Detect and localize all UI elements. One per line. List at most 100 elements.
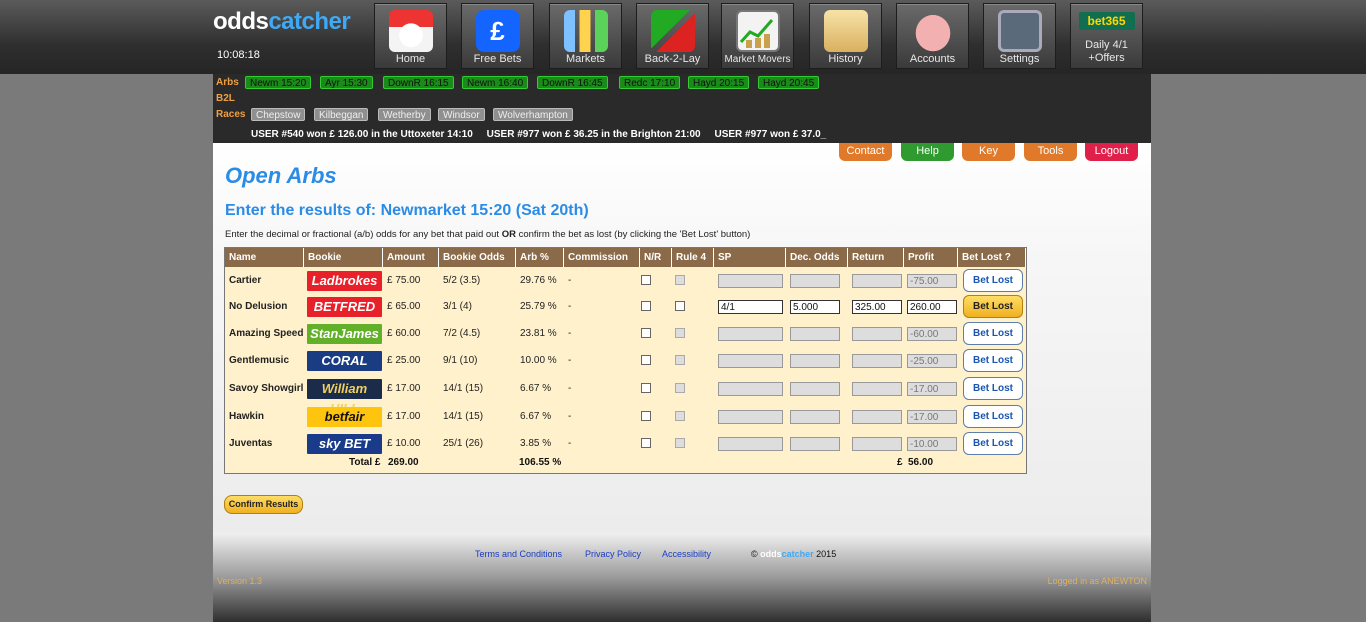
race-venue-pill[interactable]: Wetherby [378, 108, 431, 121]
nr-checkbox[interactable] [641, 355, 651, 365]
rule4-checkbox[interactable] [675, 355, 685, 365]
arb-race-pill[interactable]: Ayr 15:30 [320, 76, 373, 89]
return-input[interactable] [852, 300, 902, 314]
column-header: SP [714, 248, 786, 267]
rule4-checkbox[interactable] [675, 328, 685, 338]
dec-odds-input[interactable] [790, 382, 840, 396]
arb-race-pill[interactable]: DownR 16:45 [537, 76, 608, 89]
nav-market-movers-button[interactable]: Market Movers [721, 3, 794, 69]
runner-name: Cartier [229, 275, 262, 286]
sp-input[interactable] [718, 354, 783, 368]
nr-checkbox[interactable] [641, 301, 651, 311]
nr-checkbox[interactable] [641, 328, 651, 338]
return-input[interactable] [852, 274, 902, 288]
runner-name: Hawkin [229, 411, 265, 422]
arb-race-pill[interactable]: Newm 15:20 [245, 76, 312, 89]
rule4-checkbox[interactable] [675, 383, 685, 393]
nr-checkbox[interactable] [641, 383, 651, 393]
help-button[interactable]: Help [901, 143, 954, 161]
sp-input[interactable] [718, 327, 783, 341]
dec-odds-input[interactable] [790, 410, 840, 424]
bet-lost-button[interactable]: Bet Lost [963, 349, 1023, 372]
privacy-link[interactable]: Privacy Policy [585, 549, 641, 559]
nr-checkbox[interactable] [641, 275, 651, 285]
return-input[interactable] [852, 327, 902, 341]
column-header: Dec. Odds [786, 248, 848, 267]
trend-icon [735, 10, 780, 52]
accessibility-link[interactable]: Accessibility [662, 549, 711, 559]
total-arb: 106.55 % [519, 457, 562, 468]
races-row: Races Chepstow Kilbeggan Wetherby Windso… [216, 108, 1146, 122]
arb-race-pill[interactable]: DownR 16:15 [383, 76, 454, 89]
profit-input[interactable] [907, 410, 957, 424]
rule4-checkbox[interactable] [675, 275, 685, 285]
arb-race-pill[interactable]: Newm 16:40 [462, 76, 529, 89]
race-venue-pill[interactable]: Chepstow [251, 108, 306, 121]
confirm-results-button[interactable]: Confirm Results [224, 495, 303, 514]
return-input[interactable] [852, 382, 902, 396]
sp-input[interactable] [718, 410, 783, 424]
return-input[interactable] [852, 437, 902, 451]
amount: £ 10.00 [387, 438, 421, 449]
profit-input[interactable] [907, 437, 957, 451]
bookie-odds: 25/1 (26) [443, 438, 484, 449]
nav-settings-button[interactable]: Settings [983, 3, 1056, 69]
column-header: Arb % [516, 248, 564, 267]
rule4-checkbox[interactable] [675, 301, 685, 311]
sp-input[interactable] [718, 300, 783, 314]
terms-link[interactable]: Terms and Conditions [475, 549, 562, 559]
instructions: Enter the decimal or fractional (a/b) od… [225, 229, 751, 240]
arb-race-pill[interactable]: Hayd 20:15 [688, 76, 750, 89]
total-profit: 56.00 [908, 457, 934, 468]
return-input[interactable] [852, 354, 902, 368]
nav-back-2-lay-button[interactable]: Back-2-Lay [636, 3, 709, 69]
commission: - [568, 438, 572, 449]
nav-home-button[interactable]: Home [374, 3, 447, 69]
bet-lost-button[interactable]: Bet Lost [963, 295, 1023, 318]
bookie-odds: 5/2 (3.5) [443, 275, 481, 286]
arb-race-pill[interactable]: Redc 17:10 [619, 76, 681, 89]
dec-odds-input[interactable] [790, 437, 840, 451]
page-title: Open Arbs [225, 163, 337, 188]
bet-lost-button[interactable]: Bet Lost [963, 405, 1023, 428]
bet-lost-button[interactable]: Bet Lost [963, 322, 1023, 345]
profit-input[interactable] [907, 327, 957, 341]
return-input[interactable] [852, 410, 902, 424]
bet-lost-button[interactable]: Bet Lost [963, 377, 1023, 400]
race-venue-pill[interactable]: Kilbeggan [314, 108, 369, 121]
contact-button[interactable]: Contact [839, 143, 892, 161]
race-venue-pill[interactable]: Windsor [438, 108, 485, 121]
bet-lost-button[interactable]: Bet Lost [963, 269, 1023, 292]
dec-odds-input[interactable] [790, 327, 840, 341]
top-header: oddscatcher 10:08:18 Home £ Free Bets Ma… [0, 0, 1366, 74]
profit-input[interactable] [907, 274, 957, 288]
nav-history-button[interactable]: History [809, 3, 882, 69]
nav-markets-button[interactable]: Markets [549, 3, 622, 69]
nav-accounts-button[interactable]: Accounts [896, 3, 969, 69]
nr-checkbox[interactable] [641, 438, 651, 448]
dec-odds-input[interactable] [790, 354, 840, 368]
logout-button[interactable]: Logout [1085, 143, 1138, 161]
nav-free-bets-button[interactable]: £ Free Bets [461, 3, 534, 69]
rule4-checkbox[interactable] [675, 411, 685, 421]
key-button[interactable]: Key [962, 143, 1015, 161]
dec-odds-input[interactable] [790, 300, 840, 314]
profit-input[interactable] [907, 354, 957, 368]
sp-input[interactable] [718, 274, 783, 288]
profit-input[interactable] [907, 300, 957, 314]
bookie-logo: CORAL [307, 351, 382, 371]
nav-bet365-offers-button[interactable]: bet365 Daily 4/1 +Offers [1070, 3, 1143, 69]
profit-input[interactable] [907, 382, 957, 396]
table-row: Gentlemusic CORAL £ 25.00 9/1 (10) 10.00 %- B… [225, 347, 1026, 374]
rule4-checkbox[interactable] [675, 438, 685, 448]
sp-input[interactable] [718, 382, 783, 396]
dec-odds-input[interactable] [790, 274, 840, 288]
arb-percent: 29.76 % [520, 275, 557, 286]
sp-input[interactable] [718, 437, 783, 451]
bet-lost-button[interactable]: Bet Lost [963, 432, 1023, 455]
tools-button[interactable]: Tools [1024, 143, 1077, 161]
nr-checkbox[interactable] [641, 411, 651, 421]
site-logo[interactable]: oddscatcher [213, 8, 351, 36]
arb-race-pill[interactable]: Hayd 20:45 [758, 76, 820, 89]
race-venue-pill[interactable]: Wolverhampton [493, 108, 573, 121]
